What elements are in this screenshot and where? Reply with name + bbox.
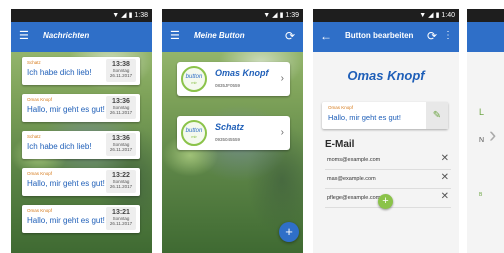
wifi-icon: ▼	[112, 12, 120, 19]
pencil-icon[interactable]: ✎	[426, 102, 448, 129]
message-card[interactable]: Schatz Ich habe dich lieb! 13:38 Sonntag 2…	[22, 57, 140, 85]
status-bar	[467, 9, 504, 22]
app-bar-title: Button bearbeiten	[345, 31, 414, 40]
chevron-right-icon[interactable]: ›	[489, 122, 496, 148]
button-logo: button mir	[181, 66, 207, 92]
message-date: 26.11.2017	[109, 184, 133, 189]
message-text: Hallo, mir geht es gut!	[27, 105, 105, 114]
message-card[interactable]: Omas Knopf Hallo, mir geht es gut! 13:21…	[22, 205, 140, 233]
close-icon[interactable]: ✕	[441, 153, 449, 164]
message-card[interactable]: Schatz Ich habe dich lieb! 13:36 Sonntag 2…	[22, 131, 140, 159]
message-sender: Omas Knopf	[27, 171, 53, 176]
message-date: 26.11.2017	[109, 221, 133, 226]
battery-icon: ▮	[128, 12, 133, 19]
partial-text: L	[479, 107, 485, 117]
screen-partial: L N B	[467, 9, 504, 253]
message-timestamp: 13:22 Sonntag 26.11.2017	[106, 170, 136, 193]
message-time: 13:36	[112, 135, 130, 142]
message-sender: Schatz	[27, 134, 41, 139]
message-time: 13:38	[112, 61, 130, 68]
message-sender: Omas Knopf	[27, 97, 53, 102]
message-date: 26.11.2017	[109, 110, 133, 115]
message-timestamp: 13:36 Sonntag 26.11.2017	[106, 96, 136, 119]
message-timestamp: 13:38 Sonntag 26.11.2017	[106, 59, 136, 82]
status-bar: ▼ ◢ ▮ 1:40	[313, 9, 459, 22]
partial-text: B	[479, 192, 483, 198]
app-bar: ← Button bearbeiten ⟳ ⋮	[313, 22, 459, 52]
message-field[interactable]: Omas Knopf Hallo, mir geht es gut! ✎	[322, 102, 448, 129]
status-time: 1:39	[285, 12, 299, 19]
screen-my-buttons: ▼ ◢ ▮ 1:39 ☰ Meine Button ⟳ button mir Omas…	[162, 9, 303, 253]
add-email-button[interactable]: +	[378, 194, 393, 209]
message-card[interactable]: Omas Knopf Hallo, mir geht es gut! 13:36…	[22, 94, 140, 122]
message-date: 26.11.2017	[109, 147, 133, 152]
app-bar-title: Nachrichten	[43, 31, 90, 40]
email-section-title: E-Mail	[325, 139, 355, 150]
button-name: Omas Knopf	[215, 68, 269, 78]
signal-icon: ◢	[121, 12, 127, 19]
message-text: Ich habe dich lieb!	[27, 68, 92, 77]
button-serial: 0935045559	[215, 137, 241, 142]
close-icon[interactable]: ✕	[441, 172, 449, 183]
wifi-icon: ▼	[419, 12, 427, 19]
message-sender: Omas Knopf	[328, 105, 354, 110]
add-button-fab[interactable]: +	[279, 222, 299, 242]
signal-icon: ◢	[428, 12, 434, 19]
email-row: moms@example.com ✕	[325, 152, 451, 170]
chevron-right-icon: ›	[280, 73, 284, 84]
message-sender: Schatz	[27, 60, 41, 65]
app-bar-title: Meine Button	[194, 31, 245, 40]
email-address: max@example.com	[327, 176, 376, 182]
screen-edit-button: ▼ ◢ ▮ 1:40 ← Button bearbeiten ⟳ ⋮ Omas Kn…	[313, 9, 459, 253]
button-card-schatz[interactable]: button mir Schatz 0935045559 ›	[177, 116, 290, 150]
app-store-screenshot-strip: ▼ ◢ ▮ 1:38 ☰ Nachrichten Schatz Ich habe d…	[0, 0, 504, 253]
message-timestamp: 13:21 Sonntag 26.11.2017	[106, 207, 136, 230]
status-bar: ▼ ◢ ▮ 1:39	[162, 9, 303, 22]
menu-icon[interactable]: ☰	[19, 31, 29, 42]
message-time: 13:36	[112, 98, 130, 105]
menu-icon[interactable]: ☰	[170, 31, 180, 42]
button-logo: button mir	[181, 120, 207, 146]
button-name-heading: Omas Knopf	[347, 68, 425, 83]
more-vert-icon[interactable]: ⋮	[443, 30, 453, 41]
message-text: Hallo, mir geht es gut!	[27, 179, 105, 188]
status-bar: ▼ ◢ ▮ 1:38	[11, 9, 152, 22]
message-card[interactable]: Omas Knopf Hallo, mir geht es gut! 13:22…	[22, 168, 140, 196]
button-card-omas-knopf[interactable]: button mir Omas Knopf 0835JF0559 ›	[177, 62, 290, 96]
content-panel	[467, 52, 504, 253]
battery-icon: ▮	[435, 12, 440, 19]
close-icon[interactable]: ✕	[441, 191, 449, 202]
partial-text: N	[479, 137, 485, 144]
battery-icon: ▮	[279, 12, 284, 19]
email-row: max@example.com ✕	[325, 171, 451, 189]
message-date: 26.11.2017	[109, 73, 133, 78]
app-bar: ☰ Nachrichten	[11, 22, 152, 52]
refresh-icon[interactable]: ⟳	[285, 29, 295, 43]
email-address: moms@example.com	[327, 157, 381, 163]
app-bar	[467, 22, 504, 52]
button-serial: 0835JF0559	[215, 83, 241, 88]
message-text: Ich habe dich lieb!	[27, 142, 92, 151]
message-time: 13:21	[112, 209, 130, 216]
signal-icon: ◢	[272, 12, 278, 19]
refresh-icon[interactable]: ⟳	[427, 29, 437, 43]
app-bar: ☰ Meine Button ⟳	[162, 22, 303, 52]
message-sender: Omas Knopf	[27, 208, 53, 213]
status-time: 1:40	[441, 12, 455, 19]
message-text: Hallo, mir geht es gut!	[27, 216, 105, 225]
logo-subtext: mir	[191, 134, 197, 139]
button-name: Schatz	[215, 122, 245, 132]
message-timestamp: 13:36 Sonntag 26.11.2017	[106, 133, 136, 156]
screen-messages: ▼ ◢ ▮ 1:38 ☰ Nachrichten Schatz Ich habe d…	[11, 9, 152, 253]
status-time: 1:38	[134, 12, 148, 19]
logo-subtext: mir	[191, 80, 197, 85]
message-time: 13:22	[112, 172, 130, 179]
chevron-right-icon: ›	[280, 127, 284, 138]
back-arrow-icon[interactable]: ←	[320, 29, 332, 43]
wifi-icon: ▼	[263, 12, 271, 19]
email-address: pflege@example.com	[327, 195, 381, 201]
message-text: Hallo, mir geht es gut!	[328, 113, 401, 122]
